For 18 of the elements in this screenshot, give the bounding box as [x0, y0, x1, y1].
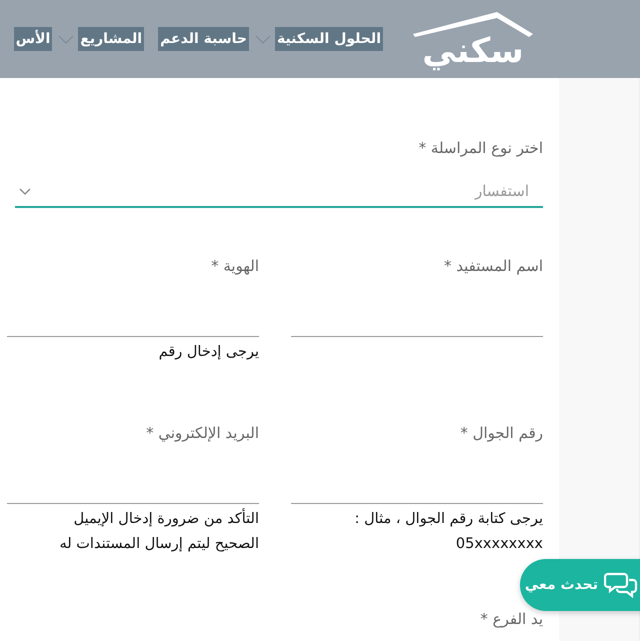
logo[interactable]: سكني [422, 34, 524, 68]
field-label: رقم الجوال * [459, 423, 543, 443]
field-label: اختر نوع المراسلة * [418, 138, 543, 158]
roof-icon [411, 10, 535, 38]
nav-link[interactable]: حاسبة الدعم [158, 27, 249, 51]
field-hint: التأكد من ضرورة إدخال الإيميل الصحيح ليتم إرسال المستندات له [7, 507, 259, 557]
chat-button[interactable]: تحدث معي [520, 559, 640, 611]
field-hint: يرجى إدخال رقم [158, 343, 259, 362]
field-label: يد الفرع * [479, 609, 543, 629]
field-label: الهوية * [210, 256, 259, 276]
chevron-down-icon [19, 188, 31, 194]
chevron-down-icon [254, 34, 271, 44]
chevron-down-icon [58, 34, 74, 44]
field-label: البريد الإلكتروني * [145, 423, 259, 443]
chat-icon [604, 571, 638, 599]
type-select[interactable]: استفسار [15, 176, 543, 208]
nav-link[interactable]: الأس [14, 27, 52, 51]
field-label: اسم المستفيد * [442, 256, 543, 276]
